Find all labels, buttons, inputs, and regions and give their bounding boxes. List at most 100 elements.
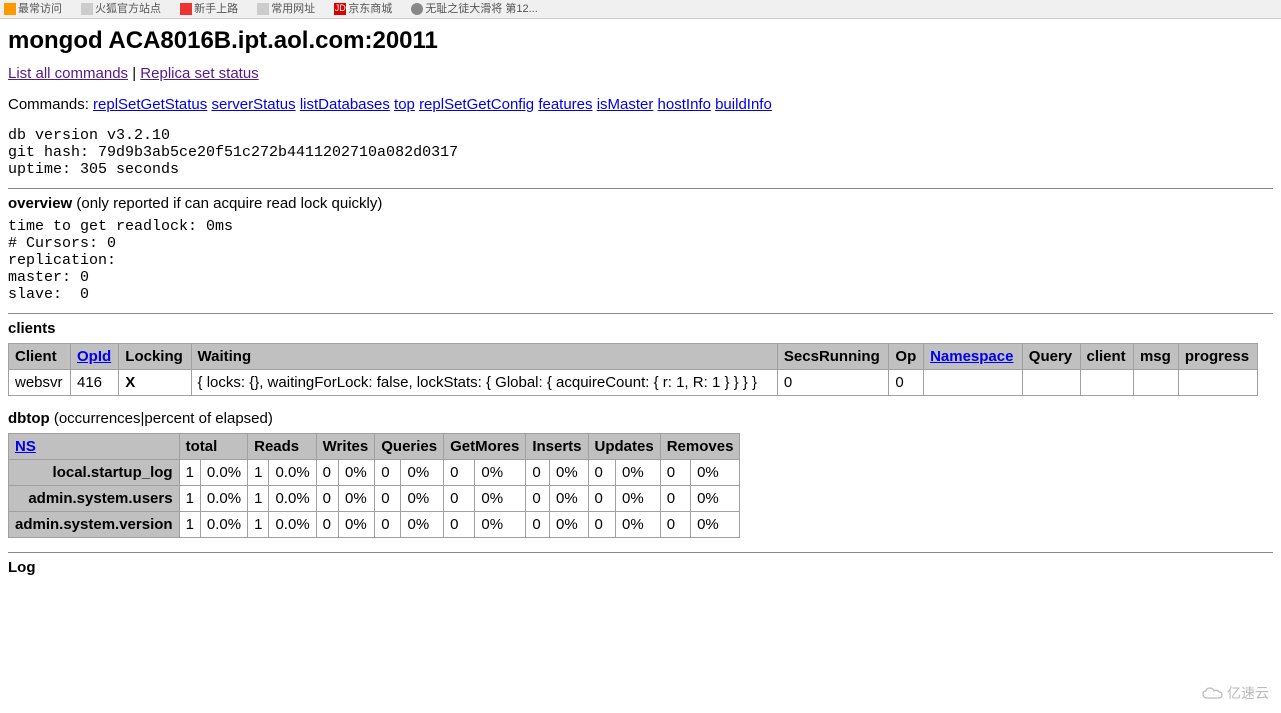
log-label: Log bbox=[8, 559, 1273, 576]
cell: 0 bbox=[526, 460, 550, 486]
cell bbox=[1178, 370, 1257, 396]
cell: 0.0% bbox=[200, 512, 247, 538]
cell: 0% bbox=[691, 460, 740, 486]
cell: 0% bbox=[691, 486, 740, 512]
cell: 1 bbox=[179, 512, 200, 538]
cell: 1 bbox=[248, 486, 269, 512]
dbtop-table: NStotalReadsWritesQueriesGetMoresInserts… bbox=[8, 433, 740, 538]
col-header: SecsRunning bbox=[777, 344, 889, 370]
table-row: local.startup_log10.0%10.0%00%00%00%00%0… bbox=[9, 460, 740, 486]
cell: 0 bbox=[375, 460, 401, 486]
col-header: NS bbox=[9, 434, 180, 460]
cell: 0.0% bbox=[269, 486, 316, 512]
cell: 0% bbox=[616, 486, 661, 512]
cell: 0% bbox=[338, 486, 374, 512]
cell: 0% bbox=[401, 486, 444, 512]
col-header: Query bbox=[1022, 344, 1080, 370]
cell: 1 bbox=[179, 460, 200, 486]
table-row: admin.system.version10.0%10.0%00%00%00%0… bbox=[9, 512, 740, 538]
bookmark-item[interactable]: 无耻之徒大滑将 第12... bbox=[411, 3, 545, 15]
cell: 0.0% bbox=[200, 460, 247, 486]
col-header: Reads bbox=[248, 434, 317, 460]
cell: 0% bbox=[550, 460, 589, 486]
cell: 0 bbox=[588, 460, 615, 486]
col-header: client bbox=[1080, 344, 1133, 370]
cell: 0.0% bbox=[269, 512, 316, 538]
clients-label: clients bbox=[8, 320, 1273, 337]
col-header: Client bbox=[9, 344, 71, 370]
cell: 1 bbox=[248, 460, 269, 486]
col-header: OpId bbox=[70, 344, 118, 370]
col-header: total bbox=[179, 434, 248, 460]
header-link-OpId[interactable]: OpId bbox=[77, 348, 111, 365]
bookmark-bar: 最常访问 火狐官方站点 新手上路 常用网址 JD京东商城 无耻之徒大滑将 第12… bbox=[0, 0, 1281, 19]
cell: 0 bbox=[588, 512, 615, 538]
cell: 0% bbox=[401, 512, 444, 538]
cell: 0% bbox=[691, 512, 740, 538]
link-replica-set-status[interactable]: Replica set status bbox=[140, 65, 258, 82]
ns-cell: admin.system.version bbox=[9, 512, 180, 538]
bookmark-item[interactable]: 常用网址 bbox=[257, 3, 323, 15]
bookmark-item[interactable]: 最常访问 bbox=[4, 3, 70, 15]
col-header: Namespace bbox=[924, 344, 1023, 370]
cell bbox=[924, 370, 1023, 396]
bookmark-item[interactable]: JD京东商城 bbox=[334, 3, 400, 15]
command-link-replSetGetConfig[interactable]: replSetGetConfig bbox=[419, 96, 534, 113]
cell: 0% bbox=[616, 512, 661, 538]
command-link-top[interactable]: top bbox=[394, 96, 415, 113]
command-link-buildInfo[interactable]: buildInfo bbox=[715, 96, 772, 113]
col-header: Op bbox=[889, 344, 924, 370]
cell: 0 bbox=[526, 512, 550, 538]
link-list-all-commands[interactable]: List all commands bbox=[8, 65, 128, 82]
table-row: admin.system.users10.0%10.0%00%00%00%00%… bbox=[9, 486, 740, 512]
ns-cell: admin.system.users bbox=[9, 486, 180, 512]
cell: 0 bbox=[777, 370, 889, 396]
cell: 0 bbox=[375, 486, 401, 512]
cell: 0 bbox=[588, 486, 615, 512]
commands-row: Commands: replSetGetStatus serverStatus … bbox=[8, 96, 1273, 113]
commands-label: Commands: bbox=[8, 96, 89, 113]
cell: 0 bbox=[316, 512, 338, 538]
cell: 0% bbox=[475, 512, 526, 538]
header-link-NS[interactable]: NS bbox=[15, 438, 36, 455]
cell: 0.0% bbox=[200, 486, 247, 512]
command-link-features[interactable]: features bbox=[538, 96, 592, 113]
cell bbox=[1022, 370, 1080, 396]
cell: 0% bbox=[475, 486, 526, 512]
table-row: websvr416X{ locks: {}, waitingForLock: f… bbox=[9, 370, 1258, 396]
col-header: GetMores bbox=[444, 434, 526, 460]
bookmark-item[interactable]: 火狐官方站点 bbox=[81, 3, 169, 15]
col-header: msg bbox=[1133, 344, 1178, 370]
command-link-hostInfo[interactable]: hostInfo bbox=[658, 96, 711, 113]
cell bbox=[1133, 370, 1178, 396]
overview-label: overview (only reported if can acquire r… bbox=[8, 195, 1273, 212]
cell: 0% bbox=[338, 460, 374, 486]
cell: 1 bbox=[179, 486, 200, 512]
cell: 0% bbox=[475, 460, 526, 486]
version-block: db version v3.2.10 git hash: 79d9b3ab5ce… bbox=[8, 127, 1273, 178]
cell: 0 bbox=[660, 486, 690, 512]
cell: 0% bbox=[338, 512, 374, 538]
cell: 0% bbox=[616, 460, 661, 486]
col-header: Inserts bbox=[526, 434, 588, 460]
divider bbox=[8, 313, 1273, 314]
cell bbox=[1080, 370, 1133, 396]
cell: 0 bbox=[660, 512, 690, 538]
command-link-serverStatus[interactable]: serverStatus bbox=[211, 96, 295, 113]
dbtop-label: dbtop (occurrences|percent of elapsed) bbox=[8, 410, 1273, 427]
cell: 1 bbox=[248, 512, 269, 538]
cell: 0 bbox=[316, 460, 338, 486]
overview-block: time to get readlock: 0ms # Cursors: 0 r… bbox=[8, 218, 1273, 303]
bookmark-item[interactable]: 新手上路 bbox=[180, 3, 246, 15]
cell: 0 bbox=[444, 512, 475, 538]
command-link-replSetGetStatus[interactable]: replSetGetStatus bbox=[93, 96, 207, 113]
command-link-isMaster[interactable]: isMaster bbox=[597, 96, 654, 113]
cell: 0 bbox=[316, 486, 338, 512]
cell: X bbox=[119, 370, 191, 396]
divider bbox=[8, 188, 1273, 189]
header-link-Namespace[interactable]: Namespace bbox=[930, 348, 1013, 365]
cell: 0% bbox=[550, 512, 589, 538]
command-link-listDatabases[interactable]: listDatabases bbox=[300, 96, 390, 113]
col-header: Writes bbox=[316, 434, 375, 460]
clients-table: ClientOpIdLockingWaitingSecsRunningOpNam… bbox=[8, 343, 1258, 396]
